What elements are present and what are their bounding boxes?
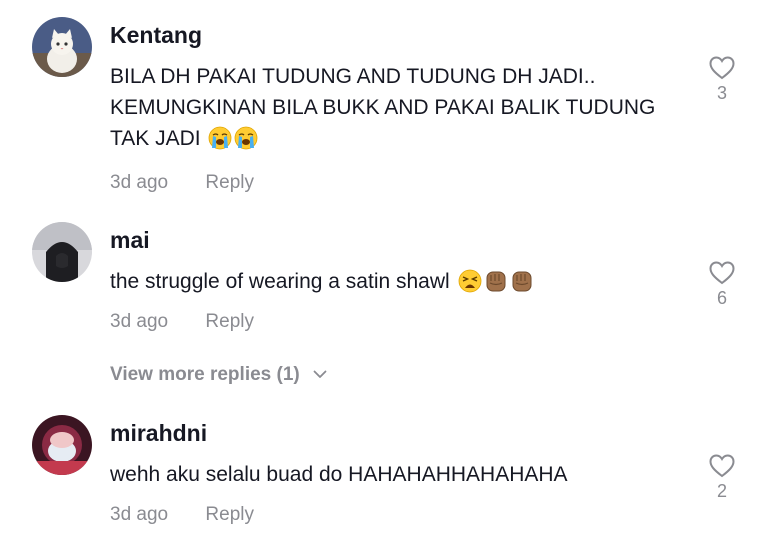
comment-username[interactable]: mai xyxy=(110,227,150,254)
comment-text: wehh aku selalu buad do HAHAHAHHAHAHAHA xyxy=(110,459,680,490)
view-more-replies-label: View more replies (1) xyxy=(110,364,300,385)
loudly-crying-face-icon xyxy=(235,126,258,150)
reply-button[interactable]: Reply xyxy=(205,172,254,193)
comment-text-content: BILA DH PAKAI TUDUNG AND TUDUNG DH JADI.… xyxy=(110,65,656,150)
comment-username[interactable]: mirahdni xyxy=(110,420,207,447)
comment-timestamp: 3d ago xyxy=(110,172,169,193)
heart-icon xyxy=(709,261,735,285)
chevron-down-icon xyxy=(313,370,327,378)
comment-username[interactable]: Kentang xyxy=(110,22,202,49)
reply-button[interactable]: Reply xyxy=(205,311,254,332)
comment-meta: 3d ago Reply xyxy=(110,172,254,194)
comment-text-content: the struggle of wearing a satin shawl xyxy=(110,270,450,293)
like-count: 2 xyxy=(716,481,727,501)
heart-icon xyxy=(709,454,735,478)
comment-timestamp: 3d ago xyxy=(110,311,169,332)
avatar[interactable] xyxy=(32,17,92,77)
comment-meta: 3d ago Reply xyxy=(110,504,254,526)
like-button[interactable]: 6 xyxy=(704,260,740,309)
comment-meta: 3d ago Reply xyxy=(110,311,254,333)
weary-face-icon xyxy=(458,269,481,293)
like-count: 6 xyxy=(716,288,727,308)
avatar[interactable] xyxy=(32,415,92,475)
like-count: 3 xyxy=(716,83,727,103)
like-button[interactable]: 2 xyxy=(704,453,740,502)
raised-fist-icon xyxy=(512,271,532,292)
comment-text: the struggle of wearing a satin shawl xyxy=(110,266,680,297)
heart-icon xyxy=(709,56,735,80)
reply-button[interactable]: Reply xyxy=(205,504,254,525)
avatar[interactable] xyxy=(32,222,92,282)
comment-text: BILA DH PAKAI TUDUNG AND TUDUNG DH JADI.… xyxy=(110,61,680,154)
like-button[interactable]: 3 xyxy=(704,55,740,104)
comment-timestamp: 3d ago xyxy=(110,504,169,525)
loudly-crying-face-icon xyxy=(209,126,232,150)
view-more-replies-button[interactable]: View more replies (1) xyxy=(110,364,327,386)
raised-fist-icon xyxy=(486,271,506,292)
comment-text-content: wehh aku selalu buad do HAHAHAHHAHAHAHA xyxy=(110,463,568,486)
